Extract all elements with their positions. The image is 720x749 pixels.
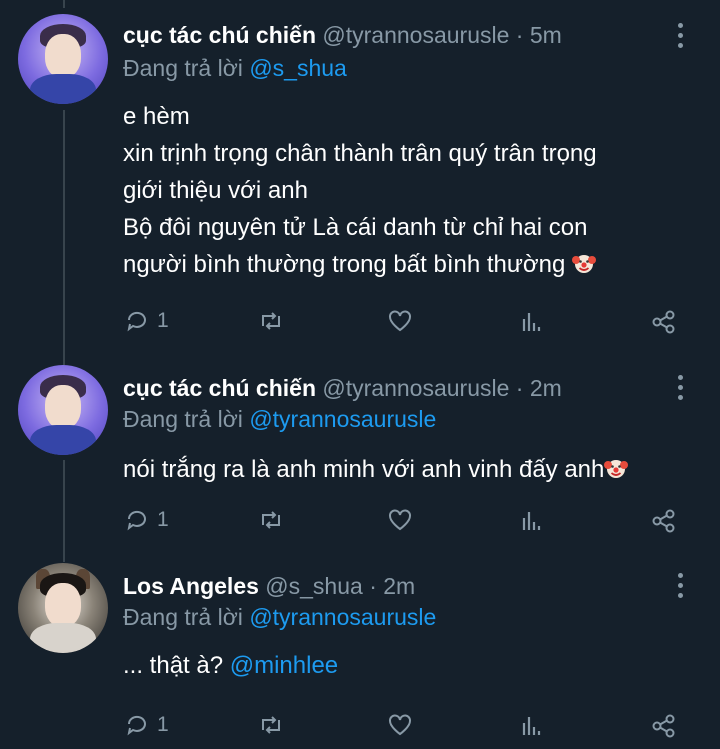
- tweet-text: nói trắng ra là anh minh với anh vinh đấ…: [123, 451, 629, 488]
- replying-prefix: Đang trả lời: [123, 406, 243, 432]
- analytics-icon: [522, 512, 541, 530]
- avatar[interactable]: [18, 365, 108, 455]
- share-icon: [652, 310, 675, 334]
- reply-count: 1: [157, 713, 169, 736]
- retweet-button[interactable]: [258, 309, 284, 333]
- clown-face-icon: [572, 255, 597, 273]
- tweet-time[interactable]: · 2m: [369, 573, 415, 599]
- analytics-button[interactable]: [521, 714, 543, 736]
- like-icon: [389, 509, 411, 531]
- tweet-text: e hèm xin trịnh trọng chân thành trân qu…: [123, 98, 597, 283]
- tweet-text: ... thật à? @minhlee: [123, 647, 338, 684]
- author-handle[interactable]: @tyrannosaurusle: [322, 375, 509, 401]
- share-icon: [652, 509, 675, 533]
- share-icon: [652, 714, 675, 738]
- tweet-header: cục tác chú chiến @tyrannosaurusle · 2m: [123, 375, 562, 402]
- reply-button[interactable]: 1: [125, 309, 169, 333]
- author-name[interactable]: Los Angeles: [123, 573, 259, 599]
- like-icon: [389, 714, 411, 736]
- clown-face-icon: [604, 460, 629, 478]
- reply-icon: [127, 311, 146, 332]
- tweet-text-line: e hèm: [123, 103, 190, 130]
- reply-button[interactable]: 1: [125, 508, 169, 532]
- analytics-icon: [522, 717, 541, 735]
- analytics-button[interactable]: [521, 509, 543, 531]
- retweet-button[interactable]: [258, 508, 284, 532]
- reply-icon: [127, 510, 146, 531]
- more-options-icon[interactable]: [676, 23, 686, 53]
- share-button[interactable]: [651, 713, 677, 739]
- retweet-icon: [262, 716, 280, 734]
- replying-to: Đang trả lời @tyrannosaurusle: [123, 406, 436, 433]
- replying-prefix: Đang trả lời: [123, 55, 243, 81]
- retweet-icon: [262, 312, 280, 330]
- tweet[interactable]: cục tác chú chiến @tyrannosaurusle · 5m …: [0, 0, 720, 360]
- tweet-header: cục tác chú chiến @tyrannosaurusle · 5m: [123, 22, 562, 49]
- author-handle[interactable]: @tyrannosaurusle: [322, 22, 509, 48]
- avatar[interactable]: [18, 14, 108, 104]
- like-icon: [389, 310, 411, 332]
- replying-to: Đang trả lời @s_shua: [123, 55, 347, 82]
- share-button[interactable]: [651, 309, 677, 335]
- author-name[interactable]: cục tác chú chiến: [123, 22, 316, 48]
- retweet-button[interactable]: [258, 713, 284, 737]
- mention-link[interactable]: @minhlee: [230, 652, 338, 679]
- tweet-text-line: ... thật à? @minhlee: [123, 652, 339, 679]
- like-button[interactable]: [387, 508, 413, 532]
- share-button[interactable]: [651, 508, 677, 534]
- reply-count: 1: [157, 309, 169, 332]
- author-name[interactable]: cục tác chú chiến: [123, 375, 316, 401]
- like-button[interactable]: [387, 309, 413, 333]
- avatar[interactable]: [18, 563, 108, 653]
- more-options-icon[interactable]: [676, 573, 686, 603]
- mention-link[interactable]: @tyrannosaurusle: [249, 406, 436, 432]
- reply-button[interactable]: 1: [125, 713, 169, 737]
- mention-link[interactable]: @tyrannosaurusle: [249, 604, 436, 630]
- more-options-icon[interactable]: [676, 375, 686, 405]
- tweet-time[interactable]: · 2m: [516, 375, 562, 401]
- analytics-button[interactable]: [521, 310, 543, 332]
- tweet-text-line: Bộ đôi nguyên tử Là cái danh từ chỉ hai …: [123, 214, 588, 241]
- like-button[interactable]: [387, 713, 413, 737]
- tweet-header: Los Angeles @s_shua · 2m: [123, 573, 415, 600]
- tweet[interactable]: cục tác chú chiến @tyrannosaurusle · 2m …: [0, 360, 720, 560]
- author-handle[interactable]: @s_shua: [265, 573, 363, 599]
- analytics-icon: [522, 313, 541, 331]
- tweet-time[interactable]: · 5m: [516, 22, 562, 48]
- reply-count: 1: [157, 508, 169, 531]
- tweet-text-line: xin trịnh trọng chân thành trân quý trân…: [123, 140, 597, 167]
- mention-link[interactable]: @s_shua: [249, 55, 347, 81]
- tweet-text-line: nói trắng ra là anh minh với anh vinh đấ…: [123, 451, 629, 488]
- replying-prefix: Đang trả lời: [123, 604, 243, 630]
- tweet[interactable]: Los Angeles @s_shua · 2m Đang trả lời @t…: [0, 560, 720, 749]
- retweet-icon: [262, 511, 280, 529]
- tweet-text-line: giới thiệu với anh: [123, 177, 308, 204]
- tweet-text-line: người bình thường trong bất bình thường: [123, 246, 597, 283]
- reply-icon: [127, 715, 146, 736]
- replying-to: Đang trả lời @tyrannosaurusle: [123, 604, 436, 631]
